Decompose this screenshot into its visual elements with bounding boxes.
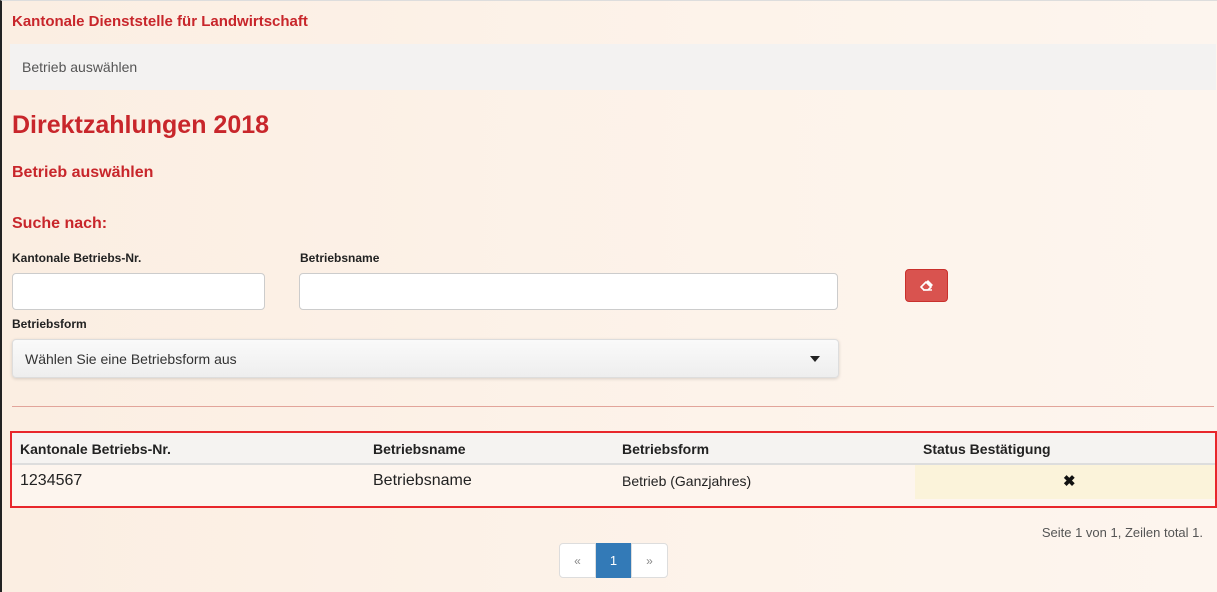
pagination-info: Seite 1 von 1, Zeilen total 1.: [1041, 525, 1203, 540]
betriebsform-select[interactable]: Wählen Sie eine Betriebsform aus: [12, 339, 839, 378]
app-title: Kantonale Dienststelle für Landwirtschaf…: [12, 13, 308, 30]
search-heading: Suche nach:: [12, 215, 108, 232]
betriebs-nr-input[interactable]: [12, 273, 265, 310]
breadcrumb-item: Betrieb auswählen: [22, 59, 138, 75]
results-table: Kantonale Betriebs-Nr. Betriebsname Betr…: [10, 431, 1217, 508]
betriebsname-input[interactable]: [299, 273, 838, 310]
cell-betriebs-nr: 1234567: [20, 472, 83, 489]
table-header: Kantonale Betriebs-Nr. Betriebsname Betr…: [12, 433, 1215, 465]
column-header-betriebsname[interactable]: Betriebsname: [373, 441, 466, 457]
pagination-page-1[interactable]: 1: [596, 543, 631, 578]
pagination-prev-button[interactable]: «: [559, 543, 596, 578]
cell-status: ✖: [915, 465, 1215, 499]
column-header-status[interactable]: Status Bestätigung: [923, 441, 1051, 457]
caret-down-icon: [810, 356, 820, 362]
x-icon: ✖: [1063, 473, 1076, 490]
betriebs-nr-label: Kantonale Betriebs-Nr.: [12, 251, 142, 265]
breadcrumb: Betrieb auswählen: [10, 44, 1216, 90]
section-title: Betrieb auswählen: [12, 164, 154, 181]
table-row[interactable]: 1234567 Betriebsname Betrieb (Ganzjahres…: [12, 465, 1215, 499]
section-divider: [12, 406, 1214, 407]
betriebsform-label: Betriebsform: [12, 317, 87, 331]
betriebsname-label: Betriebsname: [300, 251, 380, 265]
pagination: « 1 »: [559, 543, 668, 578]
cell-betriebsname: Betriebsname: [373, 472, 472, 489]
cell-betriebsform: Betrieb (Ganzjahres): [622, 473, 752, 489]
column-header-betriebsform[interactable]: Betriebsform: [622, 441, 709, 457]
page: Kantonale Dienststelle für Landwirtschaf…: [0, 0, 1217, 592]
column-header-betriebs-nr[interactable]: Kantonale Betriebs-Nr.: [20, 441, 171, 457]
pagination-next-button[interactable]: »: [631, 543, 668, 578]
clear-filter-button[interactable]: [905, 269, 948, 302]
eraser-icon: [919, 279, 933, 291]
page-title: Direktzahlungen 2018: [12, 111, 270, 139]
betriebsform-selected-value: Wählen Sie eine Betriebsform aus: [25, 351, 237, 367]
